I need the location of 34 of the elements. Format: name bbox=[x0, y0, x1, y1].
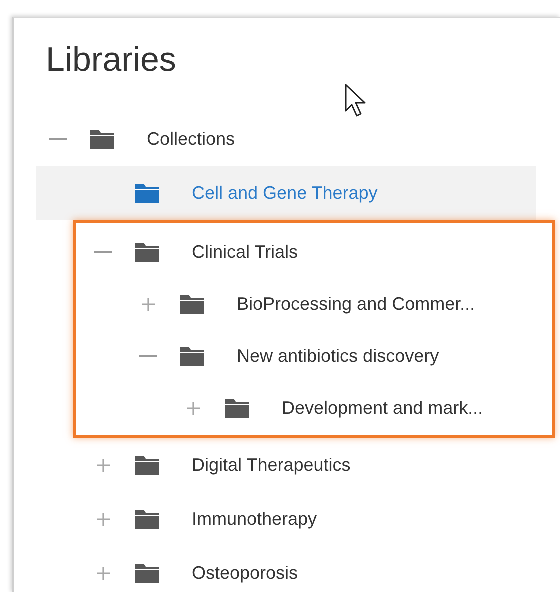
folder-icon bbox=[135, 564, 159, 582]
tree-label: BioProcessing and Commer... bbox=[237, 294, 476, 314]
folder-icon bbox=[135, 456, 159, 474]
expand-icon[interactable] bbox=[96, 512, 110, 526]
tree-row[interactable]: Digital Therapeutics bbox=[36, 438, 536, 492]
folder-icon bbox=[90, 130, 114, 148]
folder-icon bbox=[180, 294, 204, 314]
tree-row[interactable]: New antibiotics discovery bbox=[76, 330, 552, 382]
tree-row[interactable]: Cell and Gene Therapy bbox=[36, 166, 536, 220]
panel-title: Libraries bbox=[45, 40, 178, 81]
tree-row[interactable]: Clinical Trials bbox=[76, 226, 552, 278]
tree-label: Cell and Gene Therapy bbox=[192, 182, 378, 204]
folder-icon bbox=[135, 184, 159, 202]
cursor-icon bbox=[345, 84, 367, 118]
folder-icon bbox=[180, 346, 204, 366]
tree-row[interactable]: Immunotherapy bbox=[36, 492, 536, 546]
folder-icon bbox=[135, 510, 159, 528]
tree-label: Immunotherapy bbox=[192, 508, 318, 530]
expand-icon[interactable] bbox=[96, 458, 110, 472]
expand-icon[interactable] bbox=[96, 566, 110, 580]
expand-icon[interactable] bbox=[186, 402, 200, 414]
tree-label: Clinical Trials bbox=[192, 242, 298, 262]
tree-row[interactable]: Collections bbox=[36, 112, 536, 166]
tree-label: Collections bbox=[147, 128, 236, 150]
tree-row[interactable]: BioProcessing and Commer... bbox=[76, 278, 552, 330]
tree-label: Development and mark... bbox=[282, 398, 484, 418]
folder-icon bbox=[225, 398, 249, 418]
expand-icon[interactable] bbox=[142, 298, 154, 310]
tree-row[interactable]: Development and mark... bbox=[76, 382, 552, 434]
tree-label: New antibiotics discovery bbox=[237, 346, 440, 366]
tree-row[interactable]: Osteoporosis bbox=[36, 546, 536, 592]
tree-label: Digital Therapeutics bbox=[192, 454, 351, 476]
folder-icon bbox=[135, 242, 159, 262]
tree-label: Osteoporosis bbox=[192, 562, 298, 584]
